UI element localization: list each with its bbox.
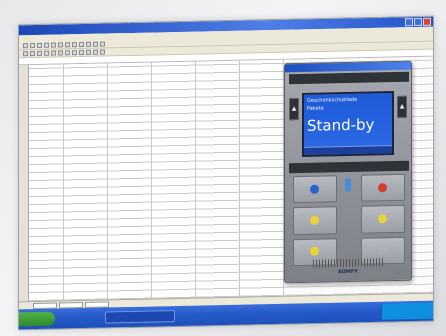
left-arrow-button[interactable]: ▲ [289,98,299,121]
cut-icon[interactable] [51,42,56,48]
bold-icon[interactable] [23,51,28,57]
keypad-key[interactable] [293,206,337,235]
minimize-button[interactable] [405,18,413,27]
print-icon[interactable] [44,42,49,48]
italic-icon[interactable] [30,51,35,57]
yellow-light-icon [310,215,319,225]
align-left-icon[interactable] [44,50,49,56]
panel-titlebar [285,61,411,73]
row-headers [19,65,29,302]
sort-icon[interactable] [93,41,98,47]
blue-light-icon [310,184,319,194]
display-line-2: Pakete [307,105,324,112]
new-icon[interactable] [23,43,28,49]
yellow-light-icon [378,214,387,224]
start-button[interactable] [19,311,55,327]
display-status: Stand-by [307,115,375,135]
undo-icon[interactable] [72,42,77,48]
yellow-light-icon [310,246,319,257]
window-controls [405,17,431,27]
softkey-strip [304,145,392,155]
blank-key-icon [378,245,387,255]
redo-icon[interactable] [79,41,84,48]
red-light-icon [378,182,387,193]
spreadsheet-grid[interactable] [19,59,289,302]
align-center-icon[interactable] [51,50,56,56]
percent-icon[interactable] [79,49,84,56]
underline-icon[interactable] [37,50,42,56]
right-arrow-button[interactable]: ▲ [397,95,407,118]
chart-icon[interactable] [100,41,105,47]
panel-header [289,71,409,85]
maximize-button[interactable] [414,17,422,27]
keypad-key[interactable] [361,205,405,234]
fill-color-icon[interactable] [93,49,98,55]
system-tray [381,302,433,320]
save-icon[interactable] [37,42,42,48]
keypad [293,173,405,267]
keypad-key[interactable] [293,175,337,204]
brand-logo: SOMFY [338,268,358,276]
font-color-icon[interactable] [100,49,105,55]
currency-icon[interactable] [72,50,77,56]
keypad-key[interactable] [361,173,405,203]
speaker-grille [313,258,385,268]
taskbar-item[interactable] [105,310,175,324]
border-icon[interactable] [86,49,91,55]
copy-icon[interactable] [58,42,63,48]
close-button[interactable] [423,17,431,26]
open-icon[interactable] [30,43,35,49]
align-right-icon[interactable] [58,50,63,56]
sum-icon[interactable] [86,41,91,47]
navigation-strip[interactable] [289,160,409,174]
display-line-1: Geschenkschublade [307,96,358,104]
merge-icon[interactable] [65,50,70,56]
lcd-display: Geschenkschublade Pakete Stand-by [302,91,394,157]
paste-icon[interactable] [65,42,70,48]
handheld-programming-panel: ▲ ▲ Geschenkschublade Pakete Stand-by SO… [284,60,412,284]
